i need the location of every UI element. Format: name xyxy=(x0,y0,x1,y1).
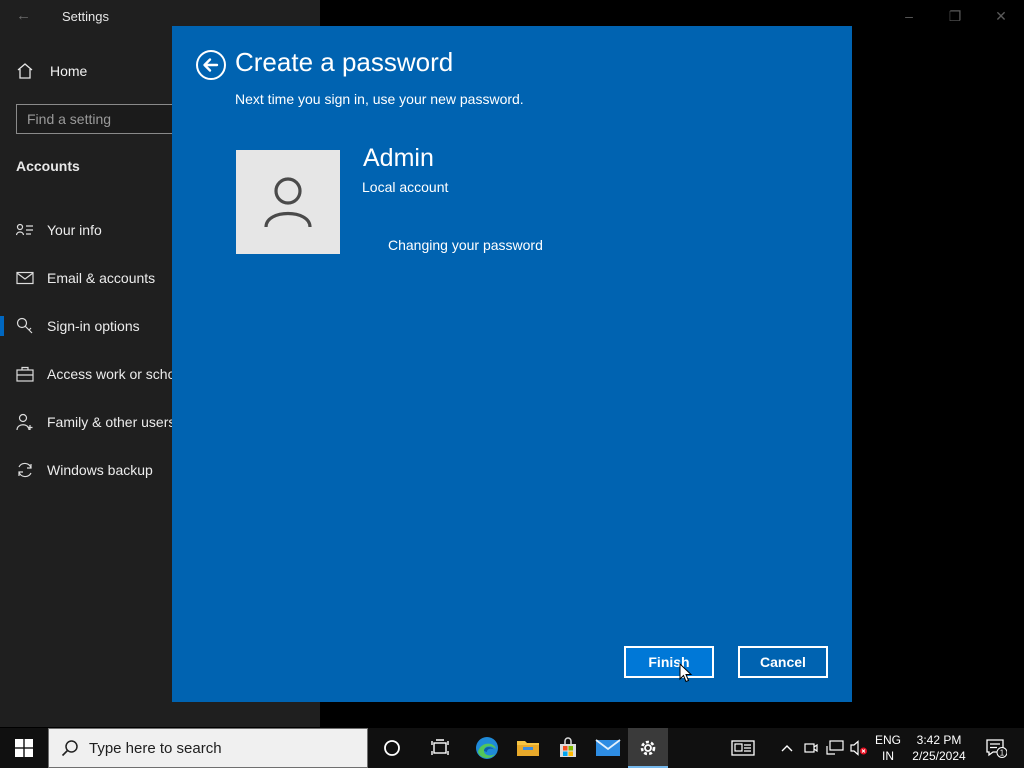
window-title: Settings xyxy=(62,9,109,24)
clock-time: 3:42 PM xyxy=(916,733,962,747)
back-arrow-icon[interactable]: ← xyxy=(16,8,32,24)
news-widget-icon[interactable] xyxy=(728,728,758,768)
nav-label: Email & accounts xyxy=(47,270,156,286)
mail-icon xyxy=(16,269,34,287)
account-type: Local account xyxy=(362,179,449,195)
back-button[interactable] xyxy=(196,50,226,80)
notification-icon: 1 xyxy=(986,739,1007,758)
mail-icon[interactable] xyxy=(588,728,628,768)
nav-label: Sign-in options xyxy=(47,318,140,334)
home-label: Home xyxy=(50,63,88,79)
cancel-button[interactable]: Cancel xyxy=(738,646,828,678)
key-icon xyxy=(16,317,34,335)
meet-now-icon[interactable] xyxy=(802,728,820,768)
taskbar: Type here to search ENG IN 3:42 PM 2/25/… xyxy=(0,728,1024,768)
dialog-title: Create a password xyxy=(235,47,454,77)
language-code: ENG xyxy=(874,733,901,747)
clock[interactable]: 3:42 PM 2/25/2024 xyxy=(908,732,970,764)
briefcase-icon xyxy=(16,365,34,383)
window-controls: – ❐ ✕ xyxy=(886,0,1024,32)
mouse-cursor-icon xyxy=(679,663,693,683)
back-arrow-icon xyxy=(203,58,219,72)
notification-count: 1 xyxy=(1000,749,1005,758)
task-view-icon[interactable] xyxy=(420,728,460,768)
dialog-subtitle: Next time you sign in, use your new pass… xyxy=(235,91,524,107)
nav-label: Windows backup xyxy=(47,462,153,478)
settings-icon[interactable] xyxy=(628,728,668,768)
nav-label: Your info xyxy=(47,222,102,238)
home-link[interactable]: Home xyxy=(16,62,87,80)
chevron-up-icon[interactable] xyxy=(778,728,796,768)
search-icon xyxy=(61,740,78,757)
close-icon[interactable]: ✕ xyxy=(978,0,1024,32)
create-password-dialog: Create a password Next time you sign in,… xyxy=(172,26,852,702)
nav-label: Access work or school xyxy=(47,366,187,382)
finish-button[interactable]: Finish xyxy=(624,646,714,678)
status-message: Changing your password xyxy=(388,237,543,253)
input-language[interactable]: ENG IN xyxy=(872,732,904,764)
network-icon[interactable] xyxy=(824,728,846,768)
start-button[interactable] xyxy=(0,728,48,768)
person-card-icon xyxy=(16,221,34,239)
restore-icon[interactable]: ❐ xyxy=(932,0,978,32)
store-icon[interactable] xyxy=(548,728,588,768)
language-region: IN xyxy=(882,749,894,763)
sync-icon xyxy=(16,461,34,479)
nav-label: Family & other users xyxy=(47,414,176,430)
volume-muted-icon[interactable] xyxy=(848,728,870,768)
windows-logo-icon xyxy=(15,739,33,757)
cortana-icon[interactable] xyxy=(372,728,412,768)
taskbar-search[interactable]: Type here to search xyxy=(48,728,368,768)
notification-center-button[interactable]: 1 xyxy=(976,728,1016,768)
clock-date: 2/25/2024 xyxy=(912,749,966,763)
home-icon xyxy=(17,63,33,79)
people-icon xyxy=(16,413,34,431)
taskbar-search-placeholder: Type here to search xyxy=(89,739,222,757)
file-explorer-icon[interactable] xyxy=(508,728,548,768)
avatar xyxy=(236,150,340,254)
account-name: Admin xyxy=(363,144,434,172)
section-heading: Accounts xyxy=(16,158,80,174)
minimize-icon[interactable]: – xyxy=(886,0,932,32)
edge-icon[interactable] xyxy=(467,728,507,768)
user-silhouette-icon xyxy=(264,177,312,228)
